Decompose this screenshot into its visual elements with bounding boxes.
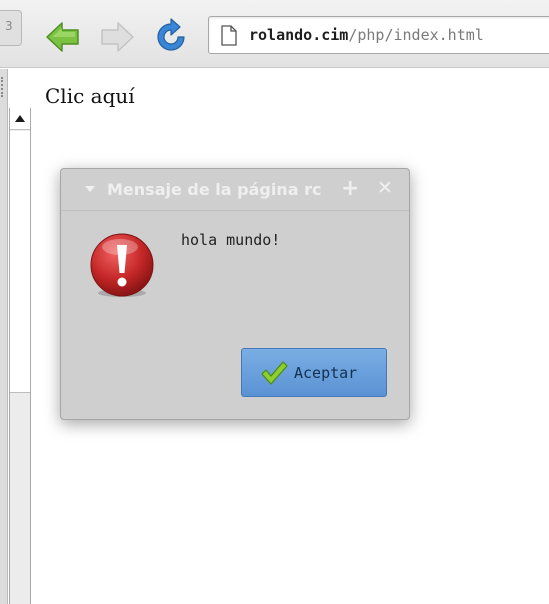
vertical-scrollbar[interactable]	[9, 108, 31, 604]
back-button[interactable]	[44, 18, 82, 56]
accept-label: Aceptar	[294, 363, 358, 382]
maximize-button[interactable]: +	[341, 176, 359, 201]
tab-stub-glyph: 3	[5, 19, 13, 33]
url-host: rolando.cim	[249, 26, 349, 44]
dialog-titlebar[interactable]: Mensaje de la página rc + ✕	[61, 169, 409, 211]
resize-grip[interactable]	[1, 77, 5, 97]
accept-button[interactable]: Aceptar	[241, 348, 387, 397]
url-text: rolando.cim/php/index.html	[249, 26, 484, 44]
close-button[interactable]: ✕	[377, 177, 393, 199]
forward-arrow-icon	[101, 22, 134, 52]
side-panel-edge[interactable]	[0, 69, 8, 604]
scroll-up-button[interactable]	[10, 108, 30, 130]
clic-aqui-link[interactable]: Clic aquí	[45, 84, 135, 108]
dialog-menu-icon[interactable]	[85, 186, 95, 192]
reload-icon	[157, 18, 185, 51]
alert-dialog: Mensaje de la página rc + ✕ hola mundo! …	[60, 168, 410, 420]
reload-button[interactable]	[152, 18, 190, 56]
url-path: /php/index.html	[348, 26, 484, 44]
url-bar[interactable]: rolando.cim/php/index.html	[208, 16, 549, 54]
forward-button[interactable]	[98, 18, 136, 56]
back-arrow-icon	[46, 22, 79, 52]
error-icon	[90, 233, 154, 297]
dialog-message: hola mundo!	[181, 231, 281, 249]
tab-stub[interactable]: 3	[0, 10, 22, 46]
dialog-title: Mensaje de la página rc	[107, 180, 322, 199]
check-icon	[261, 360, 288, 385]
browser-toolbar: 3 rolando.cim/php/index.html	[0, 0, 549, 68]
page-icon	[221, 25, 237, 46]
scroll-thumb[interactable]	[10, 131, 30, 393]
